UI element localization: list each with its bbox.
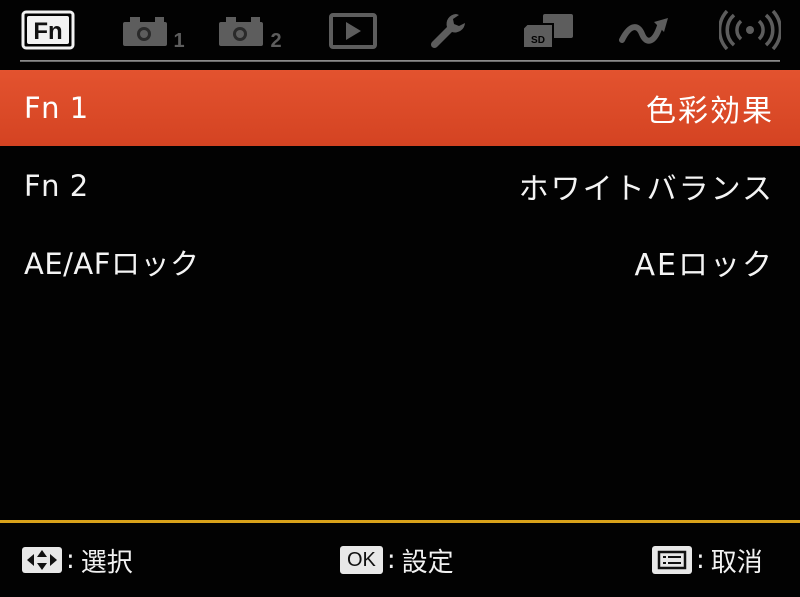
menu-item-fn2[interactable]: Fn 2 ホワイトバランス: [0, 148, 800, 224]
playback-icon: [329, 13, 377, 49]
ok-button-icon: OK: [340, 546, 383, 574]
guide-colon: :: [66, 545, 75, 575]
guide-cancel-label: 取消: [710, 547, 763, 578]
guide-select-label: 選択: [80, 547, 133, 578]
guide-colon: :: [696, 545, 705, 575]
tab-shooting-2[interactable]: 2: [214, 8, 288, 52]
guide-cancel: : 取消: [652, 540, 763, 580]
menu-item-label: Fn 2: [24, 169, 89, 203]
guide-confirm: OK : 設定: [340, 540, 454, 580]
menu-button-icon: [652, 546, 692, 574]
menu-tab-bar: Fn 1 2 SD: [0, 0, 800, 62]
tab-shooting-1[interactable]: 1: [118, 8, 190, 52]
tab-connection[interactable]: [616, 8, 676, 52]
svg-text:1: 1: [173, 30, 184, 50]
wireless-icon: [719, 10, 781, 50]
tab-playback[interactable]: [326, 8, 380, 52]
guide-divider: [0, 520, 800, 523]
menu-item-fn1[interactable]: Fn 1 色彩効果: [0, 70, 800, 146]
menu-item-value: AEロック: [634, 248, 774, 283]
guide-confirm-label: 設定: [401, 547, 454, 578]
menu-item-ae-af-lock[interactable]: AE/AFロック AEロック: [0, 224, 800, 300]
tab-fn[interactable]: Fn: [20, 8, 76, 52]
tab-wireless[interactable]: [718, 8, 782, 52]
svg-text:Fn: Fn: [33, 18, 62, 45]
menu-item-value: ホワイトバランス: [518, 172, 774, 207]
camera-icon: 2: [219, 17, 282, 50]
menu-item-value: 色彩効果: [646, 94, 774, 129]
connection-icon: [619, 18, 668, 44]
menu-item-label: Fn 1: [24, 91, 89, 125]
guide-select: : 選択: [22, 540, 133, 580]
dpad-icon: [22, 547, 62, 573]
wrench-icon: [430, 14, 465, 49]
svg-text:SD: SD: [531, 35, 545, 46]
sd-card-icon: SD: [522, 14, 573, 49]
fn-icon: Fn: [21, 10, 75, 50]
tab-divider: [20, 60, 780, 62]
menu-item-label: AE/AFロック: [24, 247, 200, 281]
guide-colon: :: [386, 545, 396, 575]
camera-icon: 1: [123, 17, 185, 50]
tab-setup[interactable]: [424, 8, 476, 52]
svg-text:2: 2: [270, 30, 281, 50]
tab-card[interactable]: SD: [520, 8, 580, 52]
